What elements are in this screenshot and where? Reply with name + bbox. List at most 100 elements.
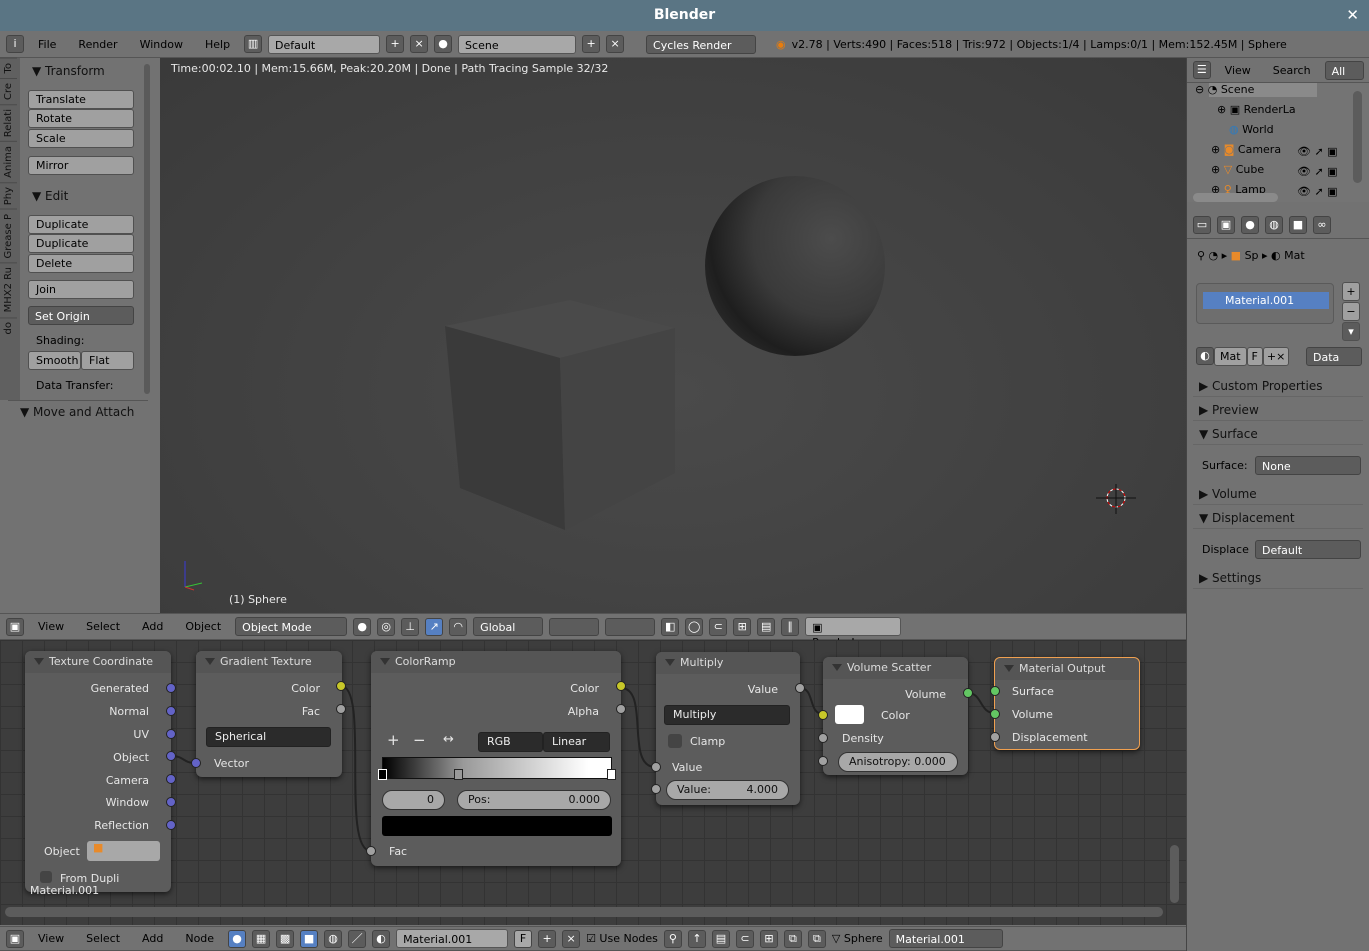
- layers-icon[interactable]: [605, 617, 656, 636]
- proportional-icon[interactable]: ◯: [685, 617, 704, 636]
- menu-select[interactable]: Select: [78, 620, 128, 633]
- constraints-tab-icon[interactable]: ∞: [1313, 216, 1331, 234]
- surface-select[interactable]: None: [1255, 456, 1361, 475]
- node-gradient-texture[interactable]: Gradient Texture Color Fac Spherical Vec…: [191, 651, 346, 777]
- object-tab-icon[interactable]: ■: [1289, 216, 1307, 234]
- tree-item[interactable]: ◍ World: [1229, 123, 1274, 136]
- socket[interactable]: [795, 683, 805, 693]
- mode-select[interactable]: Object Mode: [235, 617, 348, 636]
- menu-search[interactable]: Search: [1265, 64, 1319, 77]
- socket[interactable]: [963, 688, 973, 698]
- node-colorramp[interactable]: ColorRamp Color Alpha + − ↔ RGB Linear 0…: [366, 651, 626, 866]
- interpolation-select[interactable]: Linear: [543, 732, 610, 752]
- render-tab-icon[interactable]: ▣: [1217, 216, 1235, 234]
- tab-relations[interactable]: Relati: [0, 103, 17, 141]
- scene-icon[interactable]: ●: [434, 35, 453, 53]
- transform-panel-header[interactable]: ▼ Transform: [20, 60, 117, 82]
- menu-file[interactable]: File: [30, 38, 64, 51]
- tab-physics[interactable]: Phy: [0, 181, 17, 209]
- menu-add[interactable]: Add: [134, 620, 171, 633]
- object-shader-icon[interactable]: ■: [300, 929, 319, 948]
- add-icon[interactable]: +×: [1262, 347, 1290, 366]
- stop-pos-field[interactable]: Pos: 0.000: [457, 790, 611, 810]
- color-ramp-bar[interactable]: [382, 757, 612, 779]
- material-browse-icon[interactable]: ◐: [1196, 347, 1214, 365]
- object-field[interactable]: ■: [87, 841, 160, 861]
- outliner-scrollbar[interactable]: [1353, 91, 1362, 183]
- socket[interactable]: [166, 683, 176, 693]
- socket[interactable]: [336, 704, 346, 714]
- tab-mhx2[interactable]: MHX2 Ru: [0, 262, 17, 317]
- menu-view[interactable]: View: [1217, 64, 1259, 77]
- anisotropy-field[interactable]: Anisotropy: 0.000: [838, 752, 958, 772]
- menu-help[interactable]: Help: [197, 38, 238, 51]
- render-engine-select[interactable]: Cycles Render: [646, 34, 757, 54]
- smooth-button[interactable]: Smooth: [28, 351, 81, 370]
- material-slot-list[interactable]: Material.001: [1196, 283, 1334, 324]
- x-icon[interactable]: ×: [606, 35, 625, 53]
- scene-field[interactable]: Scene: [458, 34, 577, 54]
- slot-menu-button[interactable]: ▾: [1342, 322, 1360, 341]
- panel-volume[interactable]: ▶ Volume: [1193, 483, 1363, 505]
- tree-item[interactable]: ⊕ ◙ Camera: [1211, 143, 1281, 156]
- add-icon[interactable]: +: [386, 35, 405, 53]
- socket[interactable]: [166, 729, 176, 739]
- manipulator-icon[interactable]: ⊥: [401, 617, 420, 636]
- from-dupli-checkbox[interactable]: [40, 871, 52, 883]
- panel-surface[interactable]: ▼ Surface: [1193, 423, 1363, 445]
- socket[interactable]: [990, 709, 1000, 719]
- menu-node[interactable]: Node: [177, 932, 222, 945]
- link-select[interactable]: Data: [1306, 347, 1362, 366]
- copy-icon[interactable]: ⧉: [783, 929, 802, 948]
- layout-icon[interactable]: ▥: [244, 35, 263, 53]
- x-icon[interactable]: ×: [410, 35, 429, 53]
- math-operation-select[interactable]: Multiply: [664, 705, 790, 725]
- socket[interactable]: [336, 681, 346, 691]
- world-shader-icon[interactable]: ◍: [324, 929, 343, 948]
- parent-icon[interactable]: ↑: [687, 929, 706, 948]
- add-icon[interactable]: +: [582, 35, 601, 53]
- add-icon[interactable]: +: [538, 929, 557, 948]
- cube-object[interactable]: [430, 298, 690, 538]
- tab-create[interactable]: Cre: [0, 77, 17, 104]
- stop-handle[interactable]: [378, 769, 387, 780]
- material-name-field[interactable]: Mat: [1214, 347, 1247, 366]
- scale-button[interactable]: Scale: [28, 129, 134, 148]
- socket[interactable]: [818, 733, 828, 743]
- editor-type-icon[interactable]: ▣: [6, 617, 24, 636]
- socket[interactable]: [166, 751, 176, 761]
- socket[interactable]: [166, 774, 176, 784]
- panel-preview[interactable]: ▶ Preview: [1193, 399, 1363, 421]
- add-stop-icon[interactable]: +: [387, 731, 400, 749]
- socket[interactable]: [616, 681, 626, 691]
- edit-panel-header[interactable]: ▼ Edit: [20, 185, 80, 207]
- remove-stop-icon[interactable]: −: [413, 731, 426, 749]
- stop-color-swatch[interactable]: [382, 816, 612, 836]
- socket[interactable]: [166, 797, 176, 807]
- layers-icon[interactable]: [549, 617, 600, 636]
- shading-icon[interactable]: ●: [353, 617, 372, 636]
- node-multiply[interactable]: Multiply Value Multiply Clamp Value Valu…: [651, 652, 805, 805]
- socket[interactable]: [818, 710, 828, 720]
- node-volume-scatter[interactable]: Volume Scatter Volume Color Density Anis…: [818, 657, 973, 775]
- panel-displacement[interactable]: ▼ Displacement: [1193, 507, 1363, 529]
- socket[interactable]: [166, 820, 176, 830]
- menu-add[interactable]: Add: [134, 932, 171, 945]
- socket[interactable]: [616, 704, 626, 714]
- stop-handle[interactable]: [454, 769, 463, 780]
- world-tab-icon[interactable]: ◍: [1265, 216, 1283, 234]
- menu-select[interactable]: Select: [78, 932, 128, 945]
- remove-slot-button[interactable]: −: [1342, 302, 1360, 321]
- stop-index-field[interactable]: 0: [382, 790, 445, 810]
- menu-view[interactable]: View: [30, 932, 72, 945]
- tree-item[interactable]: ⊕ ▣ RenderLa: [1217, 103, 1296, 116]
- menu-object[interactable]: Object: [177, 620, 229, 633]
- node-texture-coordinate[interactable]: Texture Coordinate Generated Normal UV O…: [25, 651, 176, 892]
- sphere-object[interactable]: [705, 176, 885, 356]
- translate-manipulator-icon[interactable]: ↗: [425, 617, 444, 636]
- 3d-viewport[interactable]: Time:00:02.10 | Mem:15.66M, Peak:20.20M …: [160, 58, 1186, 613]
- slot-select[interactable]: Material.001: [888, 929, 1003, 948]
- material-field[interactable]: Material.001: [396, 929, 509, 948]
- clamp-checkbox[interactable]: [668, 734, 682, 748]
- fake-user-button[interactable]: F: [1246, 347, 1263, 366]
